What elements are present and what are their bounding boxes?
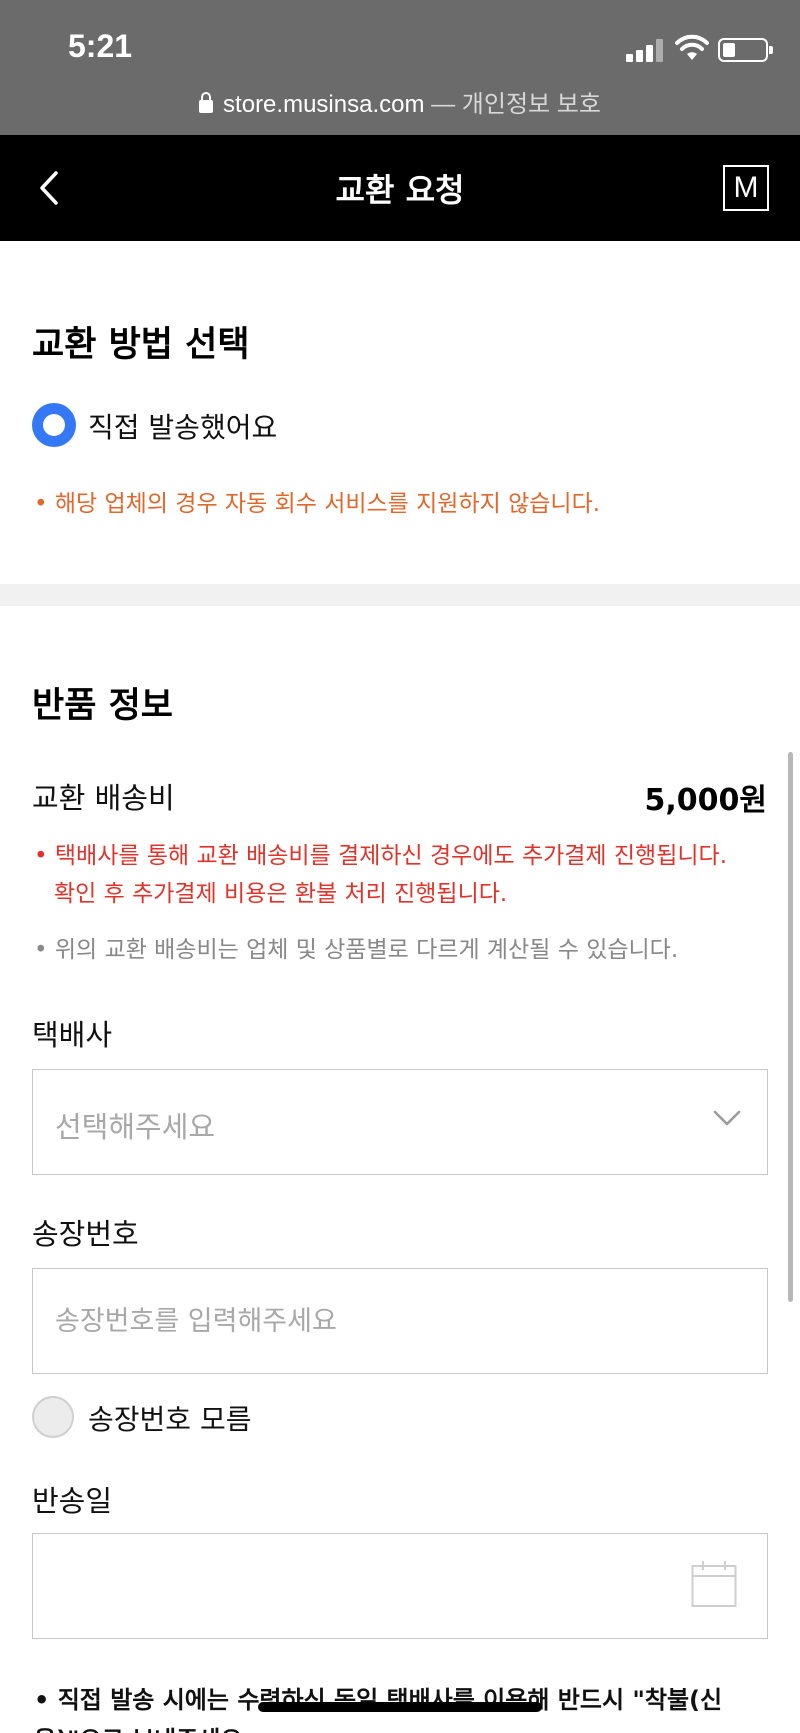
battery-icon bbox=[718, 38, 773, 62]
return-info-title: 반품 정보 bbox=[32, 686, 173, 726]
nav-bar: 교환 요청 M bbox=[0, 135, 800, 241]
exchange-method-title: 교환 방법 선택 bbox=[32, 325, 250, 365]
page-title: 교환 요청 bbox=[335, 171, 465, 209]
address-bar[interactable]: store.musinsa.com — 개인정보 보호 bbox=[0, 84, 800, 119]
section-divider bbox=[0, 584, 800, 606]
exchange-fee-value: 5,000원 bbox=[644, 783, 768, 818]
url-suffix: — 개인정보 보호 bbox=[424, 91, 601, 118]
scrollbar[interactable] bbox=[788, 752, 793, 1302]
auto-pickup-notice: • 해당 업체의 경우 자동 회수 서비스를 지원하지 않습니다. bbox=[34, 491, 601, 517]
invoice-field[interactable] bbox=[32, 1268, 768, 1374]
courier-select[interactable]: 선택해주세요 bbox=[32, 1069, 768, 1175]
ship-date-label: 반송일 bbox=[32, 1484, 113, 1518]
fee-notice-red-1: • 택배사를 통해 교환 배송비를 결제하신 경우에도 추가결제 진행됩니다. bbox=[34, 843, 728, 869]
wifi-icon bbox=[675, 34, 709, 60]
fee-notice-gray: • 위의 교환 배송비는 업체 및 상품별로 다르게 계산될 수 있습니다. bbox=[34, 937, 679, 963]
signal-icon bbox=[626, 38, 666, 62]
chevron-down-icon bbox=[713, 1110, 741, 1126]
direct-ship-label[interactable]: 직접 발송했어요 bbox=[88, 406, 277, 446]
radio-invoice-unknown[interactable] bbox=[32, 1396, 74, 1438]
status-bar: 5:21 store.musinsa.com — 개인정보 보호 bbox=[0, 0, 800, 135]
lock-icon bbox=[199, 92, 214, 113]
invoice-input[interactable] bbox=[33, 1269, 767, 1373]
invoice-unknown-label[interactable]: 송장번호 모름 bbox=[88, 1398, 251, 1438]
url-host: store.musinsa.com bbox=[223, 91, 425, 118]
home-indicator[interactable] bbox=[258, 1702, 542, 1712]
invoice-label: 송장번호 bbox=[32, 1217, 139, 1251]
ship-date-field[interactable] bbox=[32, 1533, 768, 1639]
radio-direct-ship[interactable] bbox=[32, 403, 76, 447]
courier-placeholder: 선택해주세요 bbox=[55, 1110, 216, 1144]
fee-notice-red-2: 확인 후 추가결제 비용은 환불 처리 진행됩니다. bbox=[54, 881, 508, 907]
musinsa-logo[interactable]: M bbox=[723, 165, 769, 211]
status-time: 5:21 bbox=[68, 28, 133, 64]
exchange-fee-label: 교환 배송비 bbox=[32, 781, 175, 815]
calendar-icon[interactable] bbox=[691, 1560, 737, 1608]
courier-label: 택배사 bbox=[32, 1018, 113, 1052]
